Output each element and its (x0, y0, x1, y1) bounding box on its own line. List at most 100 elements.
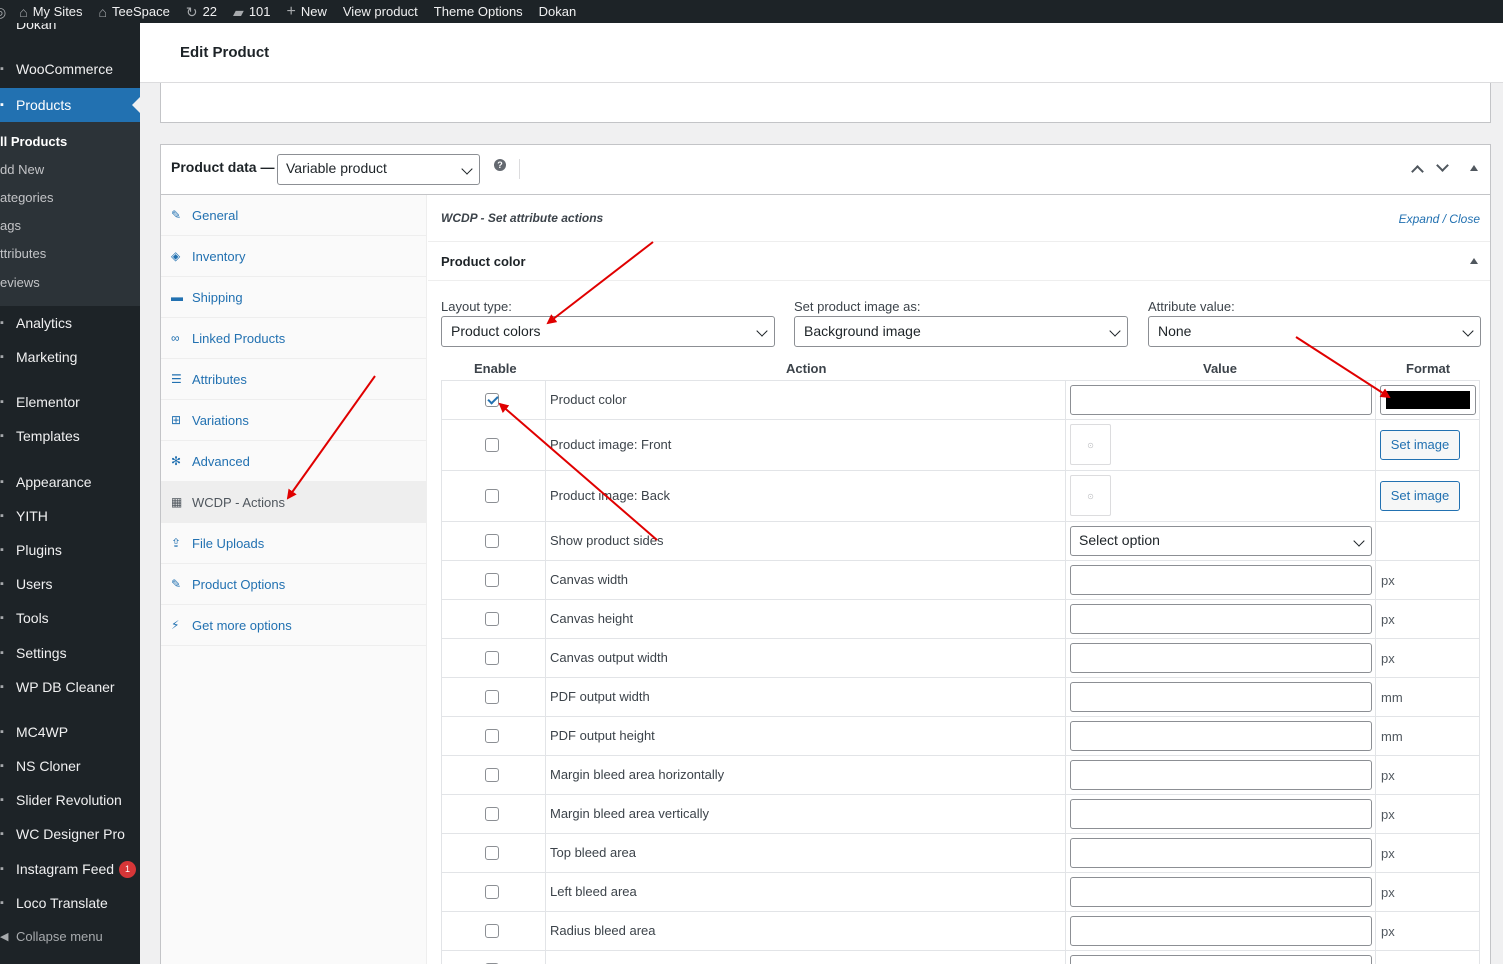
enable-checkbox[interactable] (485, 651, 499, 665)
enable-checkbox[interactable] (485, 438, 499, 452)
value-input[interactable] (1070, 643, 1372, 673)
enable-checkbox[interactable] (485, 690, 499, 704)
product-type-select[interactable]: Variable product (277, 154, 480, 185)
help-icon[interactable]: ? (494, 159, 506, 171)
submenu-reviews[interactable]: eviews (0, 275, 40, 290)
value-input[interactable] (1070, 565, 1372, 595)
admin-bar-site[interactable]: ⌂ TeeSpace (91, 0, 178, 23)
submenu-categories[interactable]: ategories (0, 190, 53, 205)
sidebar-item-dokan[interactable]: Dokan (0, 23, 140, 33)
set-image-button[interactable]: Set image (1380, 430, 1460, 460)
comments-icon: ▰ (233, 3, 244, 20)
admin-bar-comments[interactable]: ▰ 101 (225, 0, 278, 23)
value-input[interactable] (1070, 721, 1372, 751)
submenu-all-products[interactable]: ll Products (0, 134, 67, 149)
enable-checkbox[interactable] (485, 924, 499, 938)
sidebar-item-wc-designer-pro[interactable]: ▪ WC Designer Pro (0, 824, 140, 844)
enable-checkbox[interactable] (485, 885, 499, 899)
tab-get-more-options[interactable]: ⚡ Get more options (161, 605, 426, 646)
collapse-attribute-icon[interactable] (1470, 258, 1478, 264)
action-label: Margin bleed area vertically (550, 806, 709, 821)
enable-checkbox[interactable] (485, 393, 499, 407)
submenu-attributes[interactable]: ttributes (0, 246, 46, 261)
sidebar-item-woocommerce[interactable]: ▪ WooCommerce (0, 59, 140, 79)
attribute-header[interactable]: Product color (428, 241, 1490, 281)
sidebar-item-analytics[interactable]: ▪ Analytics (0, 313, 140, 333)
admin-bar-my-sites[interactable]: ◎ ⌂ My Sites (0, 0, 91, 23)
admin-bar-updates[interactable]: ↻ 22 (178, 0, 225, 23)
set-image-button[interactable]: Set image (1380, 481, 1460, 511)
admin-bar-view-product[interactable]: View product (335, 0, 426, 23)
sidebar-item-templates[interactable]: ▪ Templates (0, 426, 140, 446)
sidebar-item-yith[interactable]: ▪ YITH (0, 506, 140, 526)
admin-bar-dokan[interactable]: Dokan (531, 0, 585, 23)
enable-checkbox[interactable] (485, 573, 499, 587)
value-input[interactable] (1070, 838, 1372, 868)
tab-wcdp-actions[interactable]: ▦ WCDP - Actions (161, 482, 426, 523)
active-menu-arrow (132, 97, 140, 113)
submenu-add-new[interactable]: dd New (0, 162, 44, 177)
analytics-icon: ▪ (0, 317, 4, 329)
sidebar-item-appearance[interactable]: ▪ Appearance (0, 472, 140, 492)
sidebar-item-settings[interactable]: ▪ Settings (0, 643, 140, 663)
sidebar-item-tools[interactable]: ▪ Tools (0, 608, 140, 628)
tab-attributes[interactable]: ☰ Attributes (161, 359, 426, 400)
action-label: Product image: Front (550, 437, 672, 452)
move-down-icon[interactable] (1436, 159, 1449, 172)
chevron-down-icon (461, 163, 473, 175)
layout-type-select[interactable]: Product colors (441, 316, 775, 347)
enable-checkbox[interactable] (485, 807, 499, 821)
value-input[interactable] (1070, 916, 1372, 946)
sidebar-item-slider-revolution[interactable]: ▪ Slider Revolution (0, 790, 140, 810)
admin-bar-theme-options[interactable]: Theme Options (426, 0, 531, 23)
value-input[interactable] (1070, 385, 1372, 415)
value-input[interactable] (1070, 877, 1372, 907)
value-input[interactable] (1070, 604, 1372, 634)
sidebar-item-mc4wp[interactable]: ▪ MC4WP (0, 722, 140, 742)
action-label: Canvas width (550, 572, 629, 587)
sidebar-item-wp-db-cleaner[interactable]: ▪ WP DB Cleaner (0, 677, 140, 697)
value-input[interactable] (1070, 799, 1372, 829)
sidebar-item-marketing[interactable]: ▪ Marketing (0, 347, 140, 367)
tab-linked-products[interactable]: ∞ Linked Products (161, 318, 426, 359)
wrench-icon: ✎ (171, 577, 182, 591)
value-input[interactable] (1070, 955, 1372, 964)
sidebar-item-ns-cloner[interactable]: ▪ NS Cloner (0, 756, 140, 776)
value-input[interactable] (1070, 760, 1372, 790)
expand-close-link[interactable]: Expand / Close (1399, 212, 1480, 226)
unit-label: px (1381, 651, 1395, 666)
move-up-icon[interactable] (1411, 165, 1424, 178)
enable-checkbox[interactable] (485, 846, 499, 860)
product-sides-select[interactable]: Select option (1070, 526, 1372, 556)
submenu-tags[interactable]: ags (0, 218, 21, 233)
collapse-menu-button[interactable]: ◀ Collapse menu (0, 926, 140, 946)
tab-general[interactable]: ✎ General (161, 195, 426, 236)
product-editor-box (160, 83, 1491, 123)
attribute-value-select[interactable]: None (1148, 316, 1481, 347)
sidebar-item-products[interactable]: ▪ Products (0, 88, 140, 122)
toggle-panel-icon[interactable] (1470, 165, 1478, 171)
sidebar-item-plugins[interactable]: ▪ Plugins (0, 540, 140, 560)
tab-product-options[interactable]: ✎ Product Options (161, 564, 426, 605)
enable-checkbox[interactable] (485, 489, 499, 503)
column-value: Value (1203, 361, 1237, 376)
enable-checkbox[interactable] (485, 729, 499, 743)
tab-inventory[interactable]: ◈ Inventory (161, 236, 426, 277)
color-picker[interactable] (1380, 385, 1476, 415)
tab-shipping[interactable]: ▬ Shipping (161, 277, 426, 318)
sidebar-item-elementor[interactable]: ▪ Elementor (0, 392, 140, 412)
sidebar-item-loco-translate[interactable]: ▪ Loco Translate (0, 893, 140, 913)
enable-checkbox[interactable] (485, 612, 499, 626)
tab-variations[interactable]: ⊞ Variations (161, 400, 426, 441)
value-input[interactable] (1070, 682, 1372, 712)
enable-checkbox[interactable] (485, 534, 499, 548)
sidebar-item-instagram-feed[interactable]: ▪ Instagram Feed 1 (0, 859, 140, 879)
tab-advanced[interactable]: ✻ Advanced (161, 441, 426, 482)
admin-bar-new[interactable]: + New (279, 0, 335, 23)
wrench-icon: ✎ (171, 208, 182, 222)
sidebar-item-users[interactable]: ▪ Users (0, 574, 140, 594)
enable-checkbox[interactable] (485, 768, 499, 782)
image-as-select[interactable]: Background image (794, 316, 1128, 347)
tab-file-uploads[interactable]: ⇪ File Uploads (161, 523, 426, 564)
action-label: Radius bleed area (550, 923, 656, 938)
